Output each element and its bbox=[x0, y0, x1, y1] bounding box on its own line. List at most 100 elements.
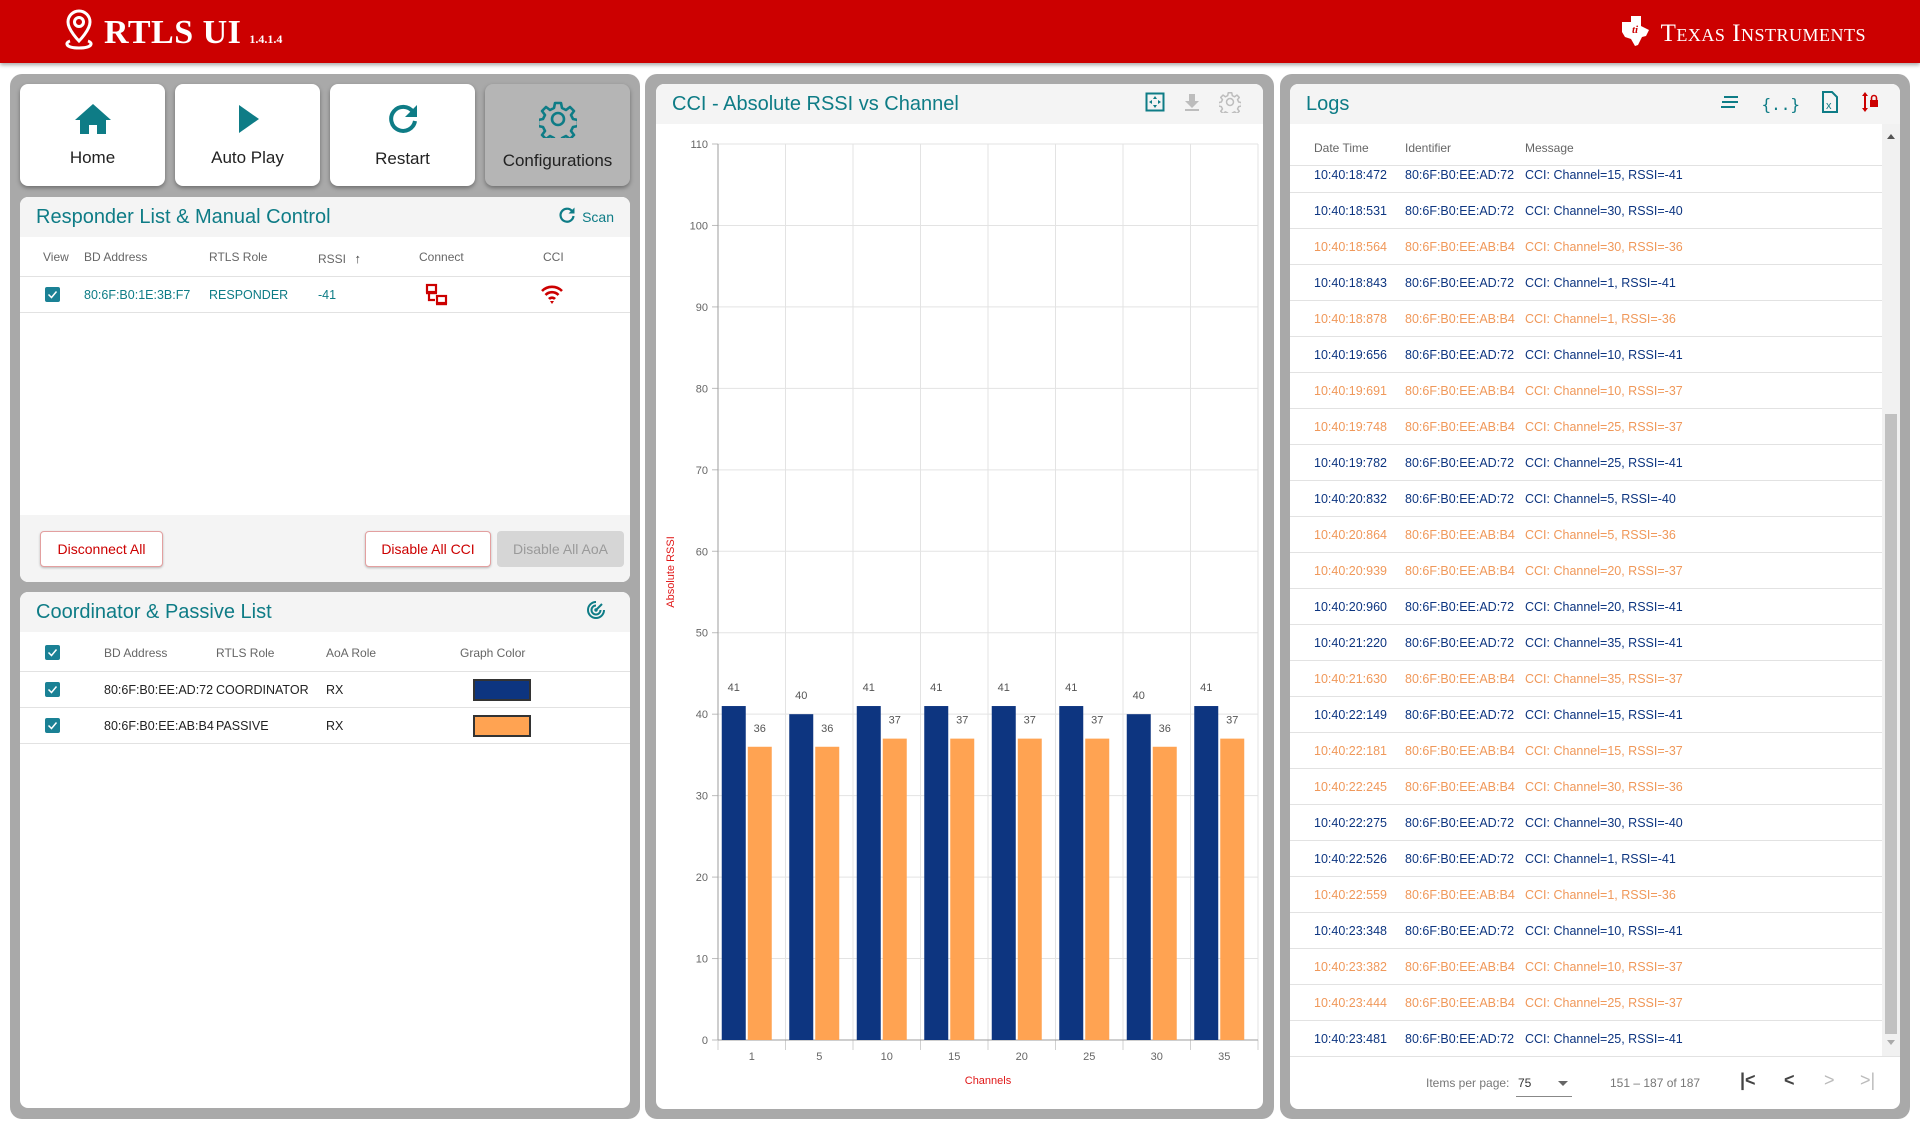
bar-coordinator bbox=[924, 706, 949, 1040]
log-identifier: 80:6F:B0:EE:AB:B4 bbox=[1405, 563, 1515, 578]
log-row: 10:40:19:691 80:6F:B0:EE:AB:B4 CCI: Channe… bbox=[1290, 373, 1882, 409]
disconnect-all-button[interactable]: Disconnect All bbox=[40, 531, 163, 567]
y-tick-label: 110 bbox=[690, 139, 708, 151]
left-column: Home Auto Play Restart Configurations Re… bbox=[10, 74, 640, 1119]
radar-icon[interactable] bbox=[586, 600, 606, 625]
home-button[interactable]: Home bbox=[20, 84, 165, 186]
log-message: CCI: Channel=35, RSSI=-41 bbox=[1525, 635, 1683, 650]
bar-passive bbox=[1085, 738, 1110, 1040]
network-connected-icon[interactable] bbox=[425, 283, 449, 312]
bar-value-label: 37 bbox=[1024, 715, 1036, 727]
coordinator-aoa-role: RX bbox=[326, 683, 344, 697]
auto-play-button[interactable]: Auto Play bbox=[175, 84, 320, 186]
col-bd-address: BD Address bbox=[104, 646, 168, 660]
x-tick-label: 35 bbox=[1218, 1051, 1230, 1063]
coordinator-panel: Coordinator & Passive List BD Address RT… bbox=[20, 592, 630, 1108]
log-message: CCI: Channel=30, RSSI=-36 bbox=[1525, 239, 1683, 254]
settings-icon[interactable] bbox=[1217, 91, 1243, 118]
log-time: 10:40:23:481 bbox=[1314, 1031, 1387, 1046]
responder-panel-header: Responder List & Manual Control Scan bbox=[20, 197, 630, 237]
y-axis-title: Absolute RSSI bbox=[665, 536, 677, 608]
col-rtls-role: RTLS Role bbox=[209, 250, 268, 264]
wrap-text-icon[interactable] bbox=[1721, 95, 1739, 114]
configurations-button[interactable]: Configurations bbox=[485, 84, 630, 186]
wifi-icon[interactable] bbox=[540, 285, 564, 310]
log-identifier: 80:6F:B0:EE:AD:72 bbox=[1405, 1031, 1515, 1046]
app-header: RTLS UI 1.4.1.4 ti Texas Instruments bbox=[0, 0, 1920, 63]
logs-scrollbar-thumb[interactable] bbox=[1885, 414, 1897, 1034]
bar-coordinator bbox=[721, 706, 746, 1040]
items-per-page-select[interactable]: 75 bbox=[1516, 1069, 1572, 1097]
log-message: CCI: Channel=25, RSSI=-41 bbox=[1525, 1031, 1683, 1046]
log-message: CCI: Channel=25, RSSI=-37 bbox=[1525, 995, 1683, 1010]
col-graph-color: Graph Color bbox=[460, 646, 526, 660]
ti-texas-icon: ti bbox=[1619, 14, 1653, 53]
log-identifier: 80:6F:B0:EE:AD:72 bbox=[1405, 455, 1515, 470]
log-time: 10:40:22:559 bbox=[1314, 887, 1387, 902]
log-message: CCI: Channel=1, RSSI=-41 bbox=[1525, 851, 1676, 866]
first-page-button[interactable]: |< bbox=[1740, 1070, 1756, 1091]
responder-table-header: View BD Address RTLS Role RSSI ↑ Connect… bbox=[20, 237, 630, 277]
play-icon bbox=[233, 103, 263, 140]
coordinator-panel-header: Coordinator & Passive List bbox=[20, 592, 630, 632]
log-time: 10:40:22:275 bbox=[1314, 815, 1387, 830]
log-row: 10:40:23:444 80:6F:B0:EE:AB:B4 CCI: Channe… bbox=[1290, 985, 1882, 1021]
log-time: 10:40:23:348 bbox=[1314, 923, 1387, 938]
log-message: CCI: Channel=25, RSSI=-41 bbox=[1525, 455, 1683, 470]
y-tick-label: 20 bbox=[696, 872, 708, 884]
disable-all-cci-button[interactable]: Disable All CCI bbox=[365, 531, 491, 567]
log-message: CCI: Channel=10, RSSI=-37 bbox=[1525, 383, 1683, 398]
log-row: 10:40:20:832 80:6F:B0:EE:AD:72 CCI: Channe… bbox=[1290, 481, 1882, 517]
coordinator-role: COORDINATOR bbox=[216, 683, 309, 697]
log-row: 10:40:23:481 80:6F:B0:EE:AD:72 CCI: Channe… bbox=[1290, 1021, 1882, 1056]
logs-toolbar: {..} x bbox=[1721, 90, 1880, 118]
log-identifier: 80:6F:B0:EE:AD:72 bbox=[1405, 923, 1515, 938]
row-checkbox[interactable] bbox=[45, 682, 60, 697]
last-page-button[interactable]: >| bbox=[1860, 1070, 1875, 1091]
bar-value-label: 41 bbox=[728, 682, 740, 694]
y-tick-label: 60 bbox=[696, 546, 708, 558]
bar-value-label: 37 bbox=[956, 715, 968, 727]
x-axis-title: Channels bbox=[965, 1075, 1012, 1087]
ti-logo: ti Texas Instruments bbox=[1619, 14, 1866, 53]
prev-page-button[interactable]: < bbox=[1784, 1070, 1795, 1091]
next-page-button[interactable]: > bbox=[1824, 1070, 1835, 1091]
logs-scrollbar[interactable] bbox=[1882, 124, 1900, 1056]
log-row: 10:40:20:864 80:6F:B0:EE:AB:B4 CCI: Channe… bbox=[1290, 517, 1882, 553]
logs-list: 10:40:18:472 80:6F:B0:EE:AD:72 CCI: Channe… bbox=[1290, 166, 1882, 1056]
responder-panel-title: Responder List & Manual Control bbox=[36, 205, 331, 228]
graph-color-swatch[interactable] bbox=[473, 679, 531, 701]
bar-value-label: 40 bbox=[795, 690, 807, 702]
select-all-checkbox[interactable] bbox=[45, 645, 60, 660]
sort-arrow-up-icon: ↑ bbox=[354, 251, 361, 266]
log-row: 10:40:22:181 80:6F:B0:EE:AB:B4 CCI: Channe… bbox=[1290, 733, 1882, 769]
col-rssi-sort[interactable]: RSSI ↑ bbox=[318, 250, 361, 268]
log-identifier: 80:6F:B0:EE:AD:72 bbox=[1405, 203, 1515, 218]
scroll-lock-icon[interactable] bbox=[1860, 91, 1880, 118]
log-row: 10:40:18:843 80:6F:B0:EE:AD:72 CCI: Channe… bbox=[1290, 265, 1882, 301]
row-checkbox[interactable] bbox=[45, 718, 60, 733]
scroll-up-arrow-icon[interactable] bbox=[1887, 134, 1895, 139]
log-row: 10:40:21:220 80:6F:B0:EE:AD:72 CCI: Channe… bbox=[1290, 625, 1882, 661]
log-identifier: 80:6F:B0:EE:AD:72 bbox=[1405, 167, 1515, 182]
log-identifier: 80:6F:B0:EE:AB:B4 bbox=[1405, 743, 1515, 758]
restart-button[interactable]: Restart bbox=[330, 84, 475, 186]
bar-value-label: 40 bbox=[1133, 690, 1145, 702]
fit-screen-icon[interactable] bbox=[1145, 92, 1165, 117]
bar-passive bbox=[1220, 738, 1245, 1040]
graph-color-swatch[interactable] bbox=[473, 715, 531, 737]
view-checkbox[interactable] bbox=[45, 287, 60, 302]
json-icon[interactable]: {..} bbox=[1761, 95, 1800, 114]
log-row: 10:40:22:275 80:6F:B0:EE:AD:72 CCI: Channe… bbox=[1290, 805, 1882, 841]
download-icon[interactable] bbox=[1183, 92, 1201, 117]
log-time: 10:40:23:444 bbox=[1314, 995, 1387, 1010]
excel-icon[interactable]: x bbox=[1822, 90, 1838, 118]
bar-value-label: 36 bbox=[821, 723, 833, 735]
log-message: CCI: Channel=30, RSSI=-36 bbox=[1525, 779, 1683, 794]
col-cci: CCI bbox=[543, 250, 564, 264]
log-message: CCI: Channel=20, RSSI=-37 bbox=[1525, 563, 1683, 578]
log-row: 10:40:22:559 80:6F:B0:EE:AB:B4 CCI: Channe… bbox=[1290, 877, 1882, 913]
scan-button[interactable]: Scan bbox=[558, 206, 614, 229]
scroll-down-arrow-icon[interactable] bbox=[1887, 1040, 1895, 1045]
y-tick-label: 70 bbox=[696, 465, 708, 477]
